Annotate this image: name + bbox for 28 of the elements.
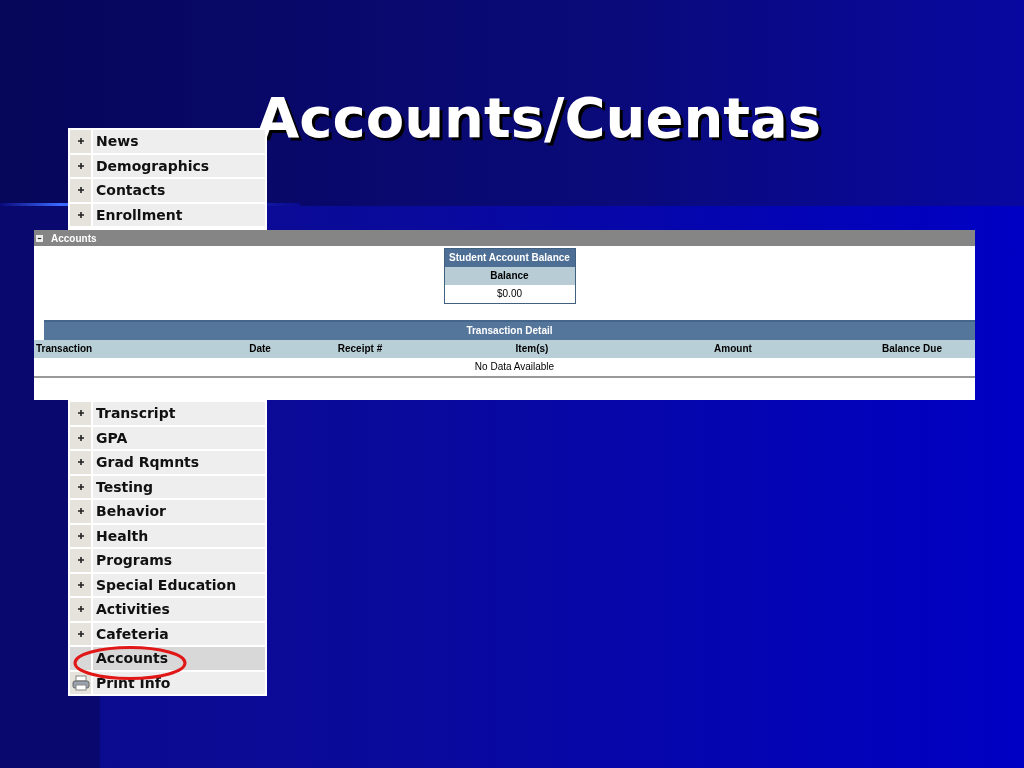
table-cell-text: $0.00 [496, 287, 523, 301]
plus-icon [76, 629, 85, 638]
plus-icon [76, 605, 85, 614]
plus-icon [76, 507, 85, 516]
plus-icon [76, 458, 85, 467]
plus-icon [76, 409, 85, 418]
plus-icon [76, 482, 85, 491]
plus-icon [76, 137, 85, 146]
column-header: Amount [713, 342, 753, 356]
column-header: Transaction [36, 342, 94, 356]
table-title: Student Account Balance [444, 249, 575, 267]
plus-icon [76, 580, 85, 589]
plus-icon [76, 161, 85, 170]
plus-icon [76, 210, 85, 219]
printer-icon [71, 674, 90, 691]
column-header: Receipt # [336, 342, 384, 356]
column-header: Balance Due [880, 342, 942, 356]
plus-icon [76, 531, 85, 540]
column-header: Balance [444, 267, 575, 285]
table-title: Transaction Detail [44, 320, 975, 340]
column-header: Item(s) [514, 342, 550, 356]
plus-icon [76, 186, 85, 195]
plus-icon [76, 433, 85, 442]
collapse-icon[interactable] [36, 234, 43, 242]
empty-message: No Data Available [34, 358, 975, 378]
plus-icon [76, 556, 85, 565]
column-header: Date [248, 342, 272, 356]
panel-title: Accounts [51, 232, 97, 244]
